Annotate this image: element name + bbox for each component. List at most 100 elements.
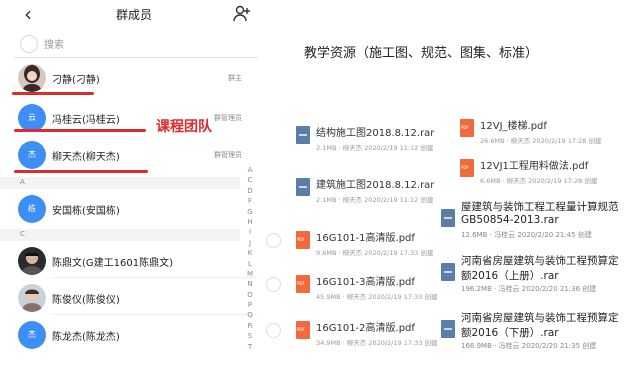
search-placeholder: 搜索: [44, 40, 64, 51]
member-name: 柳天杰(柳天杰): [52, 152, 120, 163]
resources-heading: 教学资源（施工图、规范、图集、标准）: [304, 46, 539, 61]
file-name: 16G101-2高清版.pdf: [316, 323, 415, 334]
pdf-file-icon: [296, 275, 310, 293]
section-header: C: [0, 229, 240, 241]
file-name-line1: 屋建筑与装饰工程工程量计算规范: [461, 201, 619, 213]
avatar: 云: [18, 104, 46, 132]
index-letter[interactable]: R: [244, 321, 256, 331]
file-meta: 9.6MB · 柳天杰 2020/2/19 17:33 创建: [316, 249, 434, 257]
index-letter[interactable]: G: [244, 207, 256, 217]
file-item[interactable]: 16G101-2高清版.pdf 34.9MB · 柳天杰 2020/2/19 1…: [266, 319, 438, 359]
role-badge: 群管理员: [214, 151, 242, 159]
search-bar[interactable]: 搜索: [14, 32, 258, 58]
file-name-line2: 额2016（上册）.rar: [461, 270, 559, 282]
member-row[interactable]: 陈俊仪(陈俊仪): [0, 281, 258, 315]
select-circle[interactable]: [266, 233, 281, 248]
pdf-file-icon: [296, 321, 310, 339]
file-meta: 196.2MB · 冯桂云 2020/2/20 21:36 创建: [461, 285, 597, 293]
file-item[interactable]: 建筑施工图2018.8.12.rar 2.1MB · 柳天杰 2020/2/19…: [296, 176, 436, 216]
index-letter[interactable]: Q: [244, 310, 256, 320]
role-badge: 群管理员: [214, 114, 242, 122]
pdf-file-icon: [460, 119, 474, 137]
file-name: 建筑施工图2018.8.12.rar: [316, 180, 435, 191]
rar-file-icon: [296, 126, 310, 144]
file-meta: 2.1MB · 柳天杰 2020/2/19 11:12 创建: [316, 144, 434, 152]
file-item[interactable]: 河南省房屋建筑与装饰工程预算定 额2016（上册）.rar 196.2MB · …: [441, 253, 631, 297]
file-name-line1: 河南省房屋建筑与装饰工程预算定: [461, 255, 619, 267]
file-item[interactable]: 屋建筑与装饰工程工程量计算规范 GB50854-2013.rar 12.6MB …: [441, 199, 631, 243]
file-name: 12VJ_楼梯.pdf: [480, 121, 547, 132]
page-title: 群成员: [115, 8, 152, 22]
index-letter[interactable]: M: [244, 269, 256, 279]
file-meta: 166.9MB · 冯桂云 2020/2/20 21:35 创建: [461, 342, 597, 350]
file-name-line2: GB50854-2013.rar: [461, 214, 559, 226]
section-letter: C: [20, 230, 25, 238]
rar-file-icon: [441, 320, 455, 338]
file-item[interactable]: 河南省房屋建筑与装饰工程预算定 额2016（下册）.rar 166.9MB · …: [441, 310, 631, 354]
highlight-underline: [14, 170, 148, 173]
index-letter[interactable]: K: [244, 248, 256, 258]
member-row[interactable]: 栋 安国栋(安国栋): [0, 192, 258, 226]
alphabet-index[interactable]: ACDFGHIJKLMNOPQRST: [244, 165, 256, 352]
member-name: 刁静(刁静): [52, 75, 100, 86]
index-letter[interactable]: F: [244, 196, 256, 206]
file-item[interactable]: 16G101-1高清版.pdf 9.6MB · 柳天杰 2020/2/19 17…: [266, 229, 436, 269]
index-letter[interactable]: I: [244, 227, 256, 237]
member-row[interactable]: 杰 陈龙杰(陈龙杰): [0, 318, 258, 352]
index-letter[interactable]: D: [244, 186, 256, 196]
file-meta: 2.1MB · 柳天杰 2020/2/19 11:12 创建: [316, 196, 434, 204]
avatar: 栋: [18, 195, 46, 223]
file-name: 16G101-3高清版.pdf: [316, 277, 415, 288]
index-letter[interactable]: L: [244, 259, 256, 269]
rar-file-icon: [296, 178, 310, 196]
index-letter[interactable]: T: [244, 342, 256, 352]
index-letter[interactable]: C: [244, 175, 256, 185]
avatar: [18, 64, 46, 92]
section-letter: A: [20, 178, 25, 186]
member-name: 陈俊仪(陈俊仪): [52, 295, 120, 306]
file-item[interactable]: 12VJ_楼梯.pdf 26.6MB · 柳天杰 2020/2/19 17:28…: [460, 117, 610, 157]
index-letter[interactable]: H: [244, 217, 256, 227]
search-circle-icon: [20, 35, 38, 53]
top-bar: ‹ 群成员: [0, 0, 268, 30]
file-name: 结构施工图2018.8.12.rar: [316, 128, 435, 139]
rar-file-icon: [441, 209, 455, 227]
member-name: 安国栋(安国栋): [52, 206, 120, 217]
section-header: A: [0, 177, 240, 189]
pdf-file-icon: [460, 159, 474, 177]
file-name-line2: 额2016（下册）.rar: [461, 327, 559, 339]
avatar: 杰: [18, 321, 46, 349]
file-meta: 34.9MB · 柳天杰 2020/2/19 17:33 创建: [316, 339, 438, 347]
member-name: 陈龙杰(陈龙杰): [52, 332, 120, 343]
index-letter[interactable]: J: [244, 238, 256, 248]
team-annotation: 课程团队: [156, 119, 212, 135]
member-name: 冯桂云(冯桂云): [52, 115, 120, 126]
avatar: [18, 247, 46, 275]
index-letter[interactable]: S: [244, 331, 256, 341]
role-badge: 群主: [228, 74, 242, 82]
file-meta: 45.9MB · 柳天杰 2020/2/19 17:33 创建: [316, 293, 438, 301]
select-circle[interactable]: [266, 323, 281, 338]
member-row[interactable]: 杰 柳天杰(柳天杰) 群管理员: [0, 138, 258, 172]
file-item[interactable]: 16G101-3高清版.pdf 45.9MB · 柳天杰 2020/2/19 1…: [266, 273, 438, 313]
index-letter[interactable]: A: [244, 165, 256, 175]
add-member-icon[interactable]: [232, 4, 252, 24]
file-meta: 6.6MB · 柳天杰 2020/2/19 17:28 创建: [480, 177, 598, 185]
file-meta: 26.6MB · 柳天杰 2020/2/19 17:28 创建: [480, 137, 602, 145]
select-circle[interactable]: [266, 277, 281, 292]
rar-file-icon: [441, 263, 455, 281]
member-row[interactable]: 陈鼎文(G建工1601陈鼎文): [0, 244, 258, 278]
file-item[interactable]: 12VJ1工程用料做法.pdf 6.6MB · 柳天杰 2020/2/19 17…: [460, 157, 610, 197]
file-item[interactable]: 结构施工图2018.8.12.rar 2.1MB · 柳天杰 2020/2/19…: [296, 124, 436, 164]
highlight-underline: [14, 129, 146, 132]
member-row[interactable]: 刁静(刁静) 群主: [0, 61, 258, 95]
index-letter[interactable]: O: [244, 290, 256, 300]
member-name: 陈鼎文(G建工1601陈鼎文): [52, 258, 174, 269]
index-letter[interactable]: P: [244, 300, 256, 310]
file-meta: 12.6MB · 冯桂云 2020/2/20 21:45 创建: [461, 231, 592, 239]
group-members-screen: ‹ 群成员 搜索 刁静(刁静) 群主 云 冯桂云(冯桂云) 群管理员 课程团队: [0, 0, 268, 366]
file-name: 16G101-1高清版.pdf: [316, 233, 415, 244]
index-letter[interactable]: N: [244, 279, 256, 289]
highlight-underline: [12, 92, 94, 95]
file-name: 12VJ1工程用料做法.pdf: [480, 161, 589, 172]
